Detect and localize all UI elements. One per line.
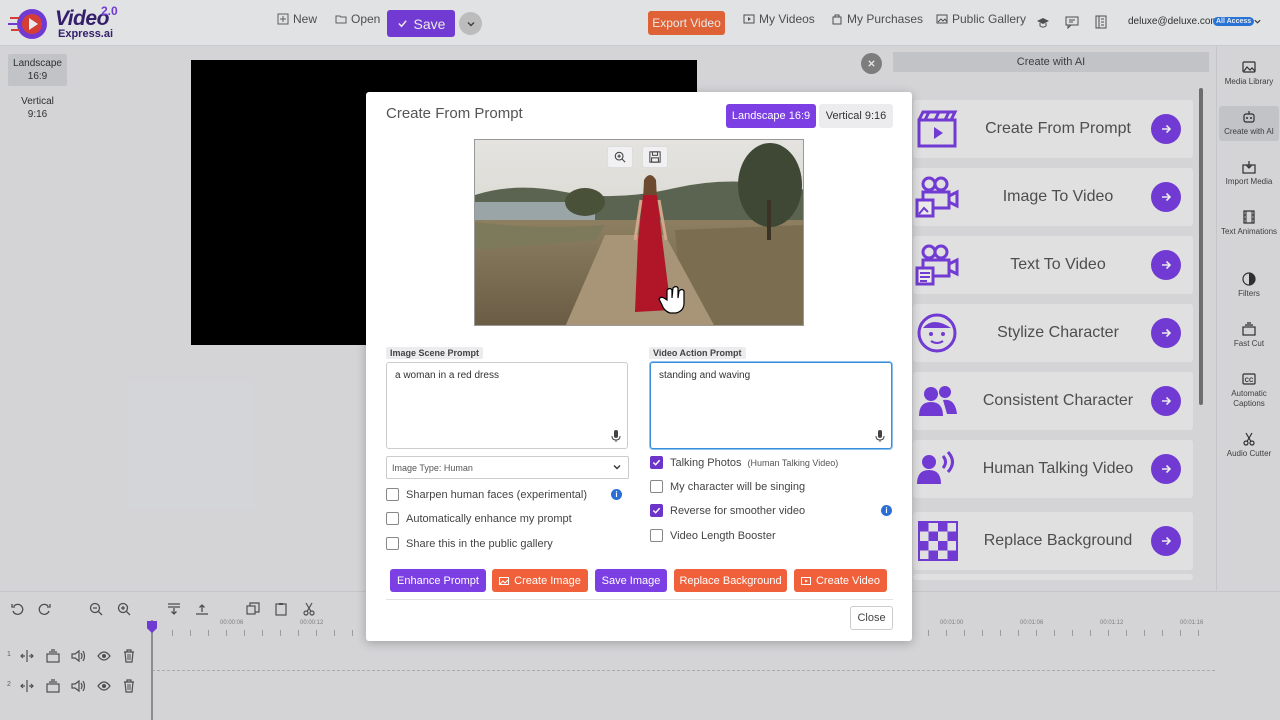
modal-divider: [386, 599, 893, 600]
checkbox[interactable]: [386, 488, 399, 501]
option-sharpen-human-faces-experimental[interactable]: Sharpen human faces (experimental): [386, 488, 587, 501]
image-type-value: Image Type: Human: [392, 462, 473, 473]
preview-photo: [475, 140, 803, 325]
option-video-length-booster[interactable]: Video Length Booster: [650, 529, 776, 542]
video-action-label: Video Action Prompt: [649, 347, 746, 359]
microphone-icon[interactable]: [875, 430, 885, 442]
save-preview-button[interactable]: [642, 146, 668, 168]
create-video-button[interactable]: Create Video: [794, 569, 887, 592]
option-label: Share this in the public gallery: [406, 537, 553, 550]
replace-background-button[interactable]: Replace Background: [674, 569, 787, 592]
floppy-disk-icon: [649, 151, 661, 163]
option-sublabel: (Human Talking Video): [747, 457, 839, 468]
option-talking-photos[interactable]: Talking Photos (Human Talking Video): [650, 456, 838, 469]
option-label: Reverse for smoother video: [670, 504, 806, 517]
create-from-prompt-modal: Create From Prompt Landscape 16:9 Vertic…: [366, 92, 912, 641]
video-icon: [800, 576, 811, 585]
image-scene-input[interactable]: a woman in a red dress: [386, 362, 628, 449]
image-type-select[interactable]: Image Type: Human: [386, 456, 629, 479]
option-label: Sharpen human faces (experimental): [406, 488, 587, 501]
generated-image-preview: [474, 139, 804, 326]
checkbox[interactable]: [386, 512, 399, 525]
option-share-this-in-the-public-gallery[interactable]: Share this in the public gallery: [386, 537, 553, 550]
option-automatically-enhance-my-prompt[interactable]: Automatically enhance my prompt: [386, 512, 572, 525]
landscape-option-button[interactable]: Landscape 16:9: [726, 104, 816, 128]
save-image-button[interactable]: Save Image: [595, 569, 667, 592]
checkbox[interactable]: [650, 480, 663, 493]
image-icon: [499, 576, 510, 585]
option-label: My character will be singing: [670, 480, 806, 493]
chevron-down-icon: [613, 465, 621, 470]
magnify-plus-icon: [614, 151, 626, 163]
create-image-label: Create Image: [514, 574, 581, 587]
vertical-option-button[interactable]: Vertical 9:16: [819, 104, 893, 128]
checkbox[interactable]: [650, 529, 663, 542]
microphone-icon[interactable]: [611, 430, 621, 442]
checkbox-checked[interactable]: [650, 504, 663, 517]
info-icon[interactable]: i: [611, 489, 622, 500]
image-scene-text: a woman in a red dress: [395, 370, 499, 381]
close-button[interactable]: Close: [850, 606, 893, 630]
create-image-button[interactable]: Create Image: [492, 569, 588, 592]
modal-title: Create From Prompt: [386, 105, 523, 122]
checkbox[interactable]: [386, 537, 399, 550]
option-label: Talking Photos: [670, 456, 742, 469]
option-my-character-will-be-singing[interactable]: My character will be singing: [650, 480, 805, 493]
option-label: Video Length Booster: [670, 529, 776, 542]
option-reverse-for-smoother-video[interactable]: Reverse for smoother video: [650, 504, 805, 517]
zoom-preview-button[interactable]: [607, 146, 633, 168]
enhance-prompt-button[interactable]: Enhance Prompt: [390, 569, 486, 592]
video-action-input[interactable]: standing and waving: [650, 362, 892, 449]
info-icon[interactable]: i: [881, 505, 892, 516]
video-action-text: standing and waving: [659, 370, 751, 381]
option-label: Automatically enhance my prompt: [406, 512, 572, 525]
create-video-label: Create Video: [815, 574, 880, 587]
image-scene-label: Image Scene Prompt: [386, 347, 484, 359]
checkbox-checked[interactable]: [650, 456, 663, 469]
